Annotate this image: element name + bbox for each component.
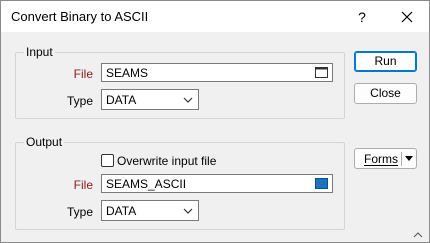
input-file-field[interactable]: SEAMS (101, 63, 333, 82)
forms-label: Forms (364, 152, 398, 166)
output-type-label: Type (66, 205, 93, 219)
chevron-down-icon (183, 208, 193, 214)
output-type-select[interactable]: DATA (101, 200, 199, 221)
close-window-button[interactable] (394, 5, 420, 29)
overwrite-label: Overwrite input file (117, 154, 217, 168)
input-file-label: File (73, 67, 93, 81)
input-type-label: Type (66, 94, 93, 108)
help-button[interactable]: ? (349, 5, 375, 29)
collapse-caret-icon[interactable] (413, 232, 423, 238)
output-file-value: SEAMS_ASCII (106, 177, 187, 191)
forms-divider (401, 152, 402, 166)
chevron-down-icon (183, 97, 193, 103)
output-type-value: DATA (106, 204, 137, 218)
input-file-value: SEAMS (106, 66, 149, 80)
output-file-field[interactable]: SEAMS_ASCII (101, 174, 333, 193)
close-button[interactable]: Close (354, 83, 417, 104)
window-title: Convert Binary to ASCII (11, 9, 149, 24)
input-type-value: DATA (106, 93, 137, 107)
run-button[interactable]: Run (354, 51, 417, 72)
input-type-select[interactable]: DATA (101, 89, 199, 110)
output-group-legend: Output (24, 135, 65, 149)
forms-dropdown-icon[interactable] (405, 156, 413, 161)
forms-button[interactable]: Forms (354, 148, 417, 169)
file-new-icon[interactable] (315, 178, 328, 189)
overwrite-checkbox[interactable] (101, 154, 114, 167)
close-icon (401, 11, 413, 23)
title-bar: Convert Binary to ASCII ? (1, 1, 429, 32)
input-group-legend: Input (24, 45, 55, 59)
output-file-label: File (73, 178, 93, 192)
dialog-window: Convert Binary to ASCII ? Input File SEA… (0, 0, 430, 243)
file-browse-icon[interactable] (315, 67, 328, 78)
